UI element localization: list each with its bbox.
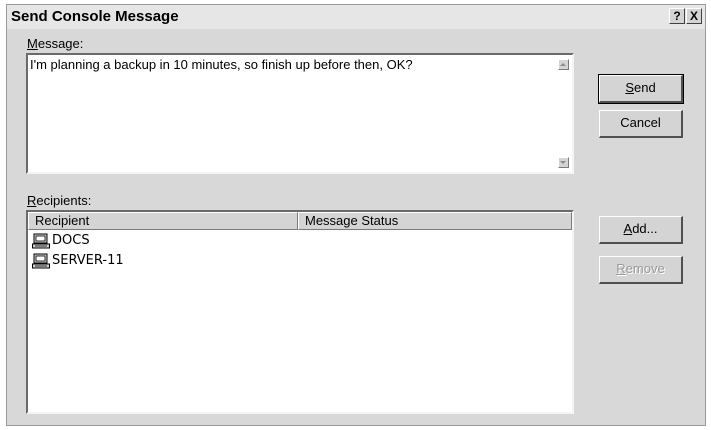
remove-accelerator: R (616, 261, 626, 276)
arrow-down-icon (560, 161, 566, 164)
recipients-label: Recipients: (27, 193, 91, 208)
scroll-down-button[interactable] (558, 157, 569, 168)
cancel-button[interactable]: Cancel (599, 110, 683, 138)
send-label: end (633, 80, 656, 95)
recipients-label-text: ecipients: (36, 193, 92, 208)
title-bar: Send Console Message ? X (7, 5, 705, 29)
remove-label: emove (625, 261, 665, 276)
message-label: Message: (27, 36, 83, 51)
send-console-message-dialog: Send Console Message ? X Message: I'm pl… (6, 4, 706, 426)
recipient-name: SERVER-11 (52, 253, 124, 268)
dialog-title: Send Console Message (11, 8, 179, 25)
list-header: Recipient Message Status (28, 212, 572, 230)
column-header-recipient[interactable]: Recipient (28, 212, 298, 230)
close-button[interactable]: X (686, 8, 702, 24)
list-item[interactable]: SERVER-11 (32, 252, 124, 270)
help-button[interactable]: ? (669, 8, 685, 24)
add-label: dd... (632, 221, 658, 236)
remove-button[interactable]: Remove (599, 256, 683, 284)
computer-icon (32, 253, 50, 275)
add-accelerator: A (623, 221, 633, 236)
arrow-up-icon (560, 63, 566, 66)
add-button[interactable]: Add... (599, 216, 683, 244)
column-header-message-status[interactable]: Message Status (298, 212, 572, 230)
scroll-up-button[interactable] (558, 59, 569, 70)
send-accelerator: S (625, 80, 634, 95)
message-label-accelerator: M (27, 36, 38, 51)
message-label-text: essage: (37, 36, 84, 51)
send-button[interactable]: Send (598, 74, 684, 104)
list-item[interactable]: DOCS (32, 232, 90, 250)
message-textarea[interactable]: I'm planning a backup in 10 minutes, so … (26, 53, 574, 174)
recipient-name: DOCS (52, 233, 90, 248)
recipients-list[interactable]: Recipient Message Status DOCS SERVER-11 (26, 210, 574, 414)
message-text: I'm planning a backup in 10 minutes, so … (30, 57, 413, 72)
recipients-label-accelerator: R (27, 193, 37, 208)
